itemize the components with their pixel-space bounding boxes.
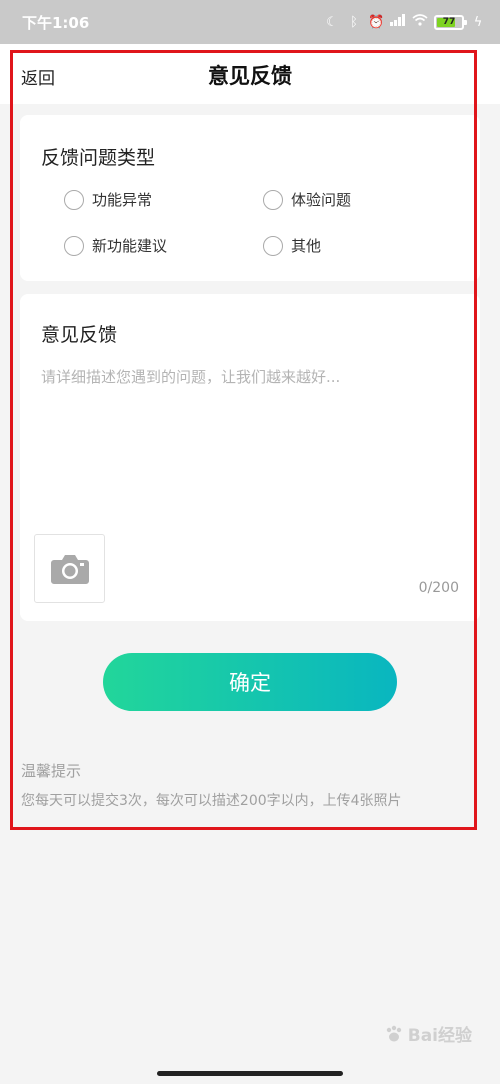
- alarm-icon: ⏰: [368, 14, 385, 30]
- watermark-text: Bai经验: [407, 1026, 472, 1046]
- char-count: 0/200: [418, 580, 459, 596]
- option-label: 功能异常: [92, 191, 153, 209]
- option-label: 其他: [291, 237, 322, 255]
- option-label: 体验问题: [291, 191, 352, 209]
- option-experience-issue[interactable]: 体验问题: [263, 189, 351, 210]
- radio-button[interactable]: [64, 189, 84, 210]
- status-time: 下午1:06: [22, 13, 90, 32]
- paw-icon: [386, 1025, 401, 1041]
- feedback-card: 意见反馈 0/200: [20, 294, 480, 621]
- radio-button[interactable]: [263, 235, 283, 256]
- home-indicator[interactable]: [157, 1071, 343, 1076]
- nav-bar: 返回 意见反馈: [0, 44, 500, 104]
- feedback-type-title: 反馈问题类型: [41, 147, 156, 169]
- signal-icon: [390, 14, 406, 30]
- watermark: Bai经验: [384, 1021, 472, 1046]
- battery-icon: 77: [434, 14, 467, 30]
- option-other[interactable]: 其他: [263, 235, 321, 256]
- wifi-icon: [412, 14, 428, 30]
- upload-photo-button[interactable]: [34, 534, 105, 603]
- option-functional-error[interactable]: 功能异常: [64, 189, 152, 210]
- feedback-type-card: 反馈问题类型 功能异常 体验问题 新功能建议 其他: [20, 115, 480, 281]
- page-title: 意见反馈: [208, 64, 292, 88]
- feedback-textarea[interactable]: [41, 366, 461, 526]
- feedback-title: 意见反馈: [41, 324, 118, 346]
- charging-icon: ϟ: [473, 14, 483, 30]
- radio-button[interactable]: [64, 235, 84, 256]
- radio-button[interactable]: [263, 189, 283, 210]
- tips-text: 您每天可以提交3次，每次可以描述200字以内，上传4张照片: [21, 793, 402, 809]
- bluetooth-icon: ᛒ: [350, 14, 358, 30]
- moon-icon: ☾: [326, 14, 338, 30]
- option-label: 新功能建议: [92, 237, 168, 255]
- battery-level: 77: [442, 17, 456, 27]
- tips-title: 温馨提示: [21, 762, 82, 780]
- camera-icon: [50, 554, 89, 584]
- option-new-feature-suggestion[interactable]: 新功能建议: [64, 235, 167, 256]
- confirm-button[interactable]: 确定: [103, 653, 397, 711]
- status-bar: 下午1:06 ☾ ᛒ ⏰ 77 ϟ: [0, 0, 500, 44]
- status-icons: ☾ ᛒ ⏰ 77 ϟ: [324, 14, 486, 30]
